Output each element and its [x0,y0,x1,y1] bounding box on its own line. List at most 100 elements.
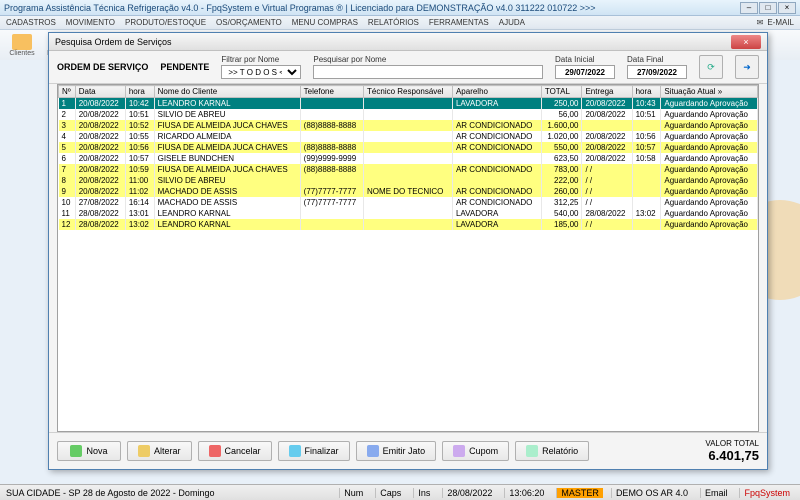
table-row[interactable]: 1027/08/202216:14MACHADO DE ASSIS(77)777… [59,197,758,208]
cell: NOME DO TECNICO [364,186,453,197]
cell: (88)8888-8888 [300,142,363,153]
search-dialog: Pesquisa Ordem de Serviços × ORDEM DE SE… [48,32,768,470]
table-row[interactable]: 1128/08/202213:01LEANDRO KARNALLAVADORA5… [59,208,758,219]
cell: / / [582,197,632,208]
cell: MACHADO DE ASSIS [154,186,300,197]
cell: 260,00 [541,186,582,197]
cell: / / [582,164,632,175]
dialog-close-button[interactable]: × [731,35,761,49]
col-header[interactable]: Entrega [582,86,632,98]
table-row[interactable]: 720/08/202210:59FIUSA DE ALMEIDA JUCA CH… [59,164,758,175]
table-row[interactable]: 420/08/202210:55RICARDO ALMEIDAAR CONDIC… [59,131,758,142]
cell: Aguardando Aprovação [661,219,758,230]
cell: LAVADORA [452,98,541,109]
col-header[interactable]: hora [125,86,154,98]
status-fpq[interactable]: FpqSystem [739,488,794,498]
menu-cadastros[interactable]: CADASTROS [6,18,56,27]
table-row[interactable]: 1228/08/202213:02LEANDRO KARNALLAVADORA1… [59,219,758,230]
results-table-wrap[interactable]: NºDatahoraNome do ClienteTelefoneTécnico… [57,84,759,432]
menu-movimento[interactable]: MOVIMENTO [66,18,115,27]
cell: 10 [59,197,76,208]
cell: 550,00 [541,142,582,153]
cell: Aguardando Aprovação [661,109,758,120]
col-header[interactable]: Telefone [300,86,363,98]
cell: 1.020,00 [541,131,582,142]
col-header[interactable]: Situação Atual » [661,86,758,98]
cell: 10:51 [125,109,154,120]
cell: 540,00 [541,208,582,219]
cell: Aguardando Aprovação [661,164,758,175]
col-header[interactable]: Data [75,86,125,98]
table-row[interactable]: 120/08/202210:42LEANDRO KARNALLAVADORA25… [59,98,758,109]
col-header[interactable]: Nome do Cliente [154,86,300,98]
app-close-button[interactable]: × [778,2,796,14]
cell [364,98,453,109]
col-header[interactable]: Técnico Responsável [364,86,453,98]
header-pendente: PENDENTE [160,62,209,72]
cell [632,175,661,186]
cell [300,98,363,109]
cell [632,197,661,208]
table-row[interactable]: 220/08/202210:51SILVIO DE ABREU56,0020/0… [59,109,758,120]
envelope-icon: ✉ [757,18,764,27]
cell: 20/08/2022 [75,175,125,186]
action-buttons-row: Nova Alterar Cancelar Finalizar Emitir J… [49,432,767,469]
nova-button[interactable]: Nova [57,441,121,461]
search-name-input[interactable] [313,65,543,79]
email-shortcut[interactable]: ✉ E-MAIL [757,18,794,27]
table-row[interactable]: 620/08/202210:57GISELE BUNDCHEN(99)9999-… [59,153,758,164]
cupom-button[interactable]: Cupom [442,441,509,461]
cancelar-button[interactable]: Cancelar [198,441,272,461]
dialog-titlebar: Pesquisa Ordem de Serviços × [49,33,767,51]
go-button[interactable]: ➜ [735,55,759,79]
cell: 10:58 [632,153,661,164]
alterar-button[interactable]: Alterar [127,441,192,461]
col-header[interactable]: Nº [59,86,76,98]
relatorio-button[interactable]: Relatório [515,441,589,461]
cancel-icon [209,445,221,457]
menu-compras[interactable]: MENU COMPRAS [292,18,358,27]
cell: / / [582,186,632,197]
refresh-button[interactable]: ⟳ [699,55,723,79]
finalizar-button[interactable]: Finalizar [278,441,350,461]
menu-os[interactable]: OS/ORÇAMENTO [216,18,282,27]
status-caps: Caps [375,488,405,498]
cell [364,120,453,131]
toolbar-clientes[interactable]: Clientes [4,34,40,57]
cell: 10:55 [125,131,154,142]
table-row[interactable]: 520/08/202210:56FIUSA DE ALMEIDA JUCA CH… [59,142,758,153]
cell: LEANDRO KARNAL [154,98,300,109]
cell: 28/08/2022 [75,219,125,230]
date-init-input[interactable] [555,65,615,79]
table-row[interactable]: 820/08/202211:00SILVIO DE ABREU222,00/ /… [59,175,758,186]
menu-ajuda[interactable]: AJUDA [499,18,525,27]
table-row[interactable]: 320/08/202210:52FIUSA DE ALMEIDA JUCA CH… [59,120,758,131]
cell: 10:56 [632,131,661,142]
minimize-button[interactable]: – [740,2,758,14]
app-titlebar: Programa Assistência Técnica Refrigeraçã… [0,0,800,16]
refresh-icon: ⟳ [707,62,715,73]
menu-produto[interactable]: PRODUTO/ESTOQUE [125,18,206,27]
filter-name-combo[interactable]: >> T O D O S << [221,65,301,79]
status-ins: Ins [413,488,434,498]
cell: FIUSA DE ALMEIDA JUCA CHAVES [154,120,300,131]
cell: AR CONDICIONADO [452,142,541,153]
cell [632,186,661,197]
emitir-button[interactable]: Emitir Jato [356,441,437,461]
cell: AR CONDICIONADO [452,120,541,131]
cell: / / [582,175,632,186]
col-header[interactable]: Aparelho [452,86,541,98]
pencil-icon [138,445,150,457]
date-init-group: Data Inicial [555,55,615,79]
table-row[interactable]: 920/08/202211:02MACHADO DE ASSIS(77)7777… [59,186,758,197]
status-email[interactable]: Email [700,488,732,498]
cell [364,153,453,164]
date-final-input[interactable] [627,65,687,79]
cell: 2 [59,109,76,120]
maximize-button[interactable]: □ [759,2,777,14]
cell: 20/08/2022 [75,120,125,131]
menu-relatorios[interactable]: RELATÓRIOS [368,18,419,27]
col-header[interactable]: TOTAL [541,86,582,98]
menu-ferramentas[interactable]: FERRAMENTAS [429,18,489,27]
col-header[interactable]: hora [632,86,661,98]
